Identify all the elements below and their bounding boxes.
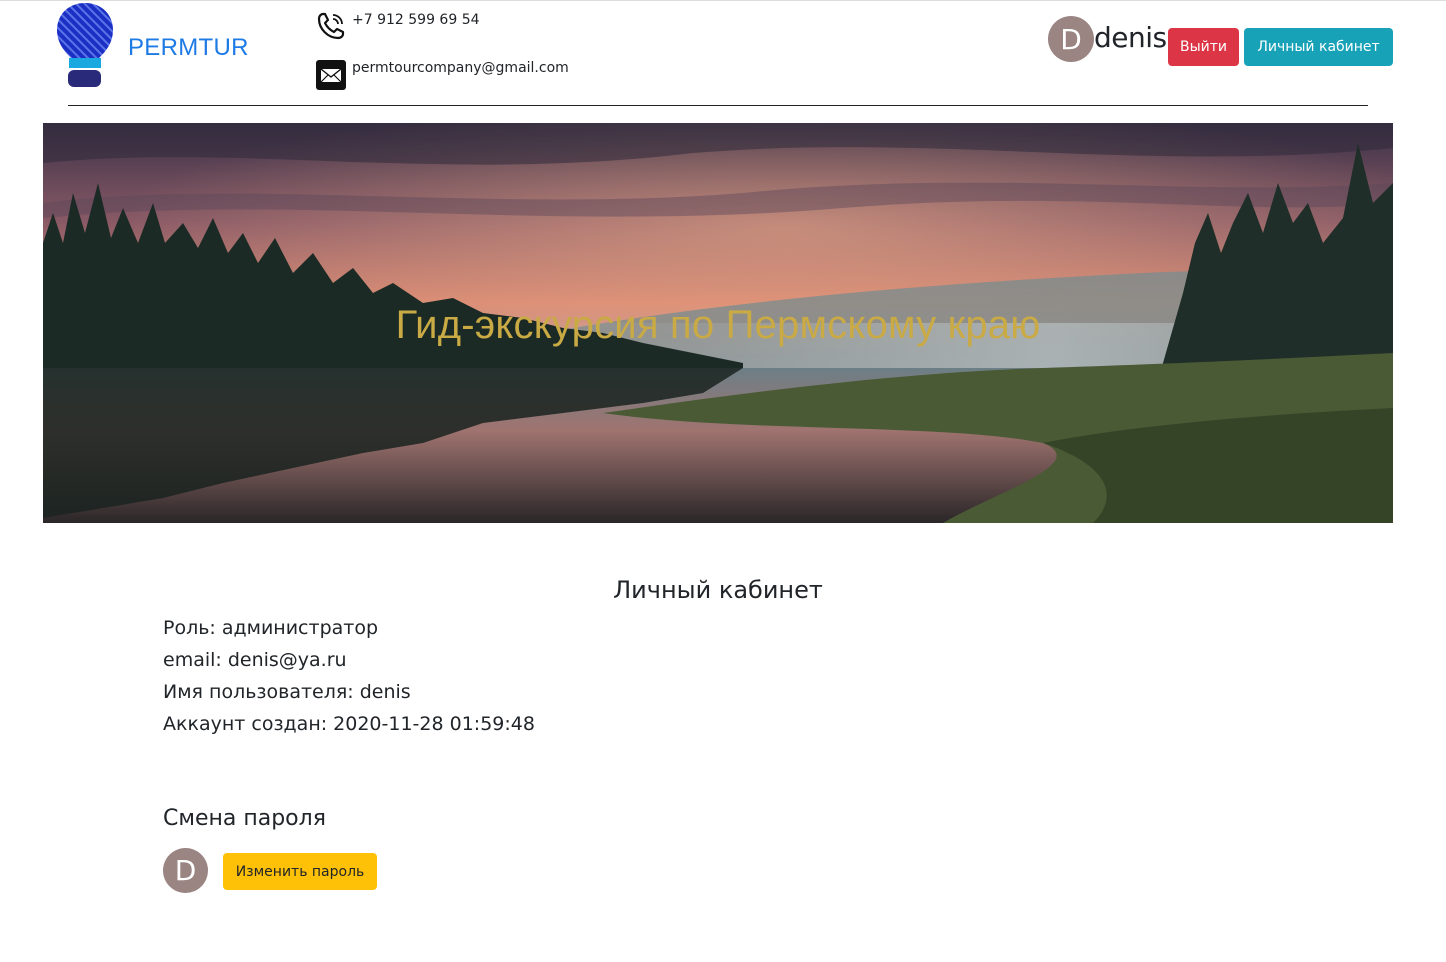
username-label: denis bbox=[1094, 21, 1167, 54]
mail-icon bbox=[316, 60, 346, 90]
personal-cabinet-button[interactable]: Личный кабинет bbox=[1244, 28, 1393, 66]
created-label: Аккаунт создан: bbox=[163, 713, 328, 735]
email-address: permtourcompany@gmail.com bbox=[352, 60, 569, 76]
logout-button[interactable]: Выйти bbox=[1168, 28, 1239, 66]
avatar: D bbox=[163, 848, 208, 893]
email-value: denis@ya.ru bbox=[227, 649, 347, 671]
role-line: Роль: администратор bbox=[163, 617, 378, 639]
phone-number: +7 912 599 69 54 bbox=[352, 12, 480, 28]
brand-link[interactable]: PERMTUR bbox=[128, 34, 249, 62]
created-line: Аккаунт создан: 2020-11-28 01:59:48 bbox=[163, 713, 535, 735]
role-label: Роль: bbox=[163, 617, 216, 639]
password-section-title: Смена пароля bbox=[163, 806, 326, 831]
created-value: 2020-11-28 01:59:48 bbox=[333, 713, 535, 735]
email-label: email: bbox=[163, 649, 222, 671]
balloon-logo-icon[interactable] bbox=[56, 2, 114, 90]
hero-banner: Гид-экскурсия по Пермскому краю bbox=[43, 123, 1393, 523]
page-title: Личный кабинет bbox=[613, 576, 823, 604]
hero-title: Гид-экскурсия по Пермскому краю bbox=[395, 303, 1041, 347]
role-value: администратор bbox=[221, 617, 379, 639]
phone-icon bbox=[316, 11, 346, 41]
username-value: denis bbox=[359, 681, 411, 703]
header-divider bbox=[68, 105, 1368, 106]
email-line: email: denis@ya.ru bbox=[163, 649, 347, 671]
change-password-button[interactable]: Изменить пароль bbox=[223, 853, 377, 890]
username-label-profile: Имя пользователя: bbox=[163, 681, 354, 703]
avatar: D bbox=[1048, 16, 1094, 62]
username-line: Имя пользователя: denis bbox=[163, 681, 411, 703]
